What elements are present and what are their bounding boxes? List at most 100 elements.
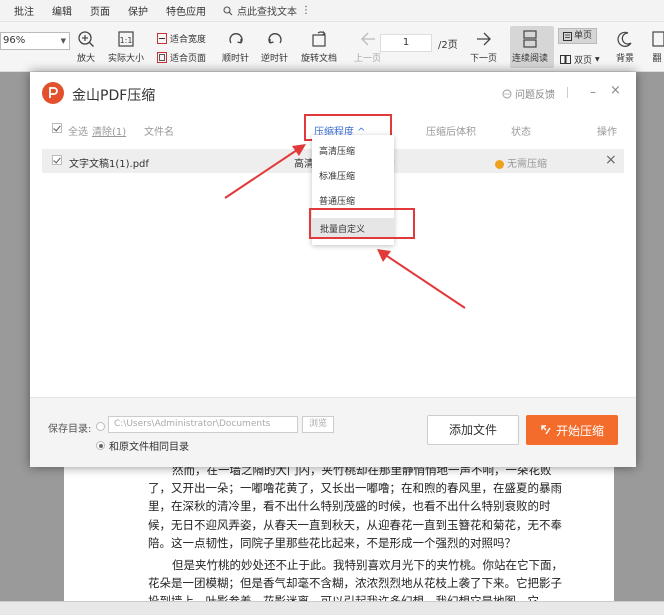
moon-icon [617,31,632,47]
status-bar [0,601,664,615]
prev-page-button[interactable]: 上一页 [354,30,381,64]
zoom-in-icon [78,31,94,47]
clear-link[interactable]: 清除(1) [92,123,126,138]
column-action: 操作 [597,127,617,138]
start-compress-button[interactable]: 开始压缩 [526,415,618,445]
select-all-checkbox[interactable] [52,123,62,134]
pdf-compress-dialog: 金山PDF压缩 问题反馈 – × 全选 清除(1) 文件名 压缩后体积 状态 操… [30,72,636,467]
option-hd-compress[interactable]: 高清压缩 [319,144,355,157]
arrow-right-icon [476,32,491,46]
dialog-header: 金山PDF压缩 问题反馈 – × [30,72,636,114]
column-filename: 文件名 [144,127,174,138]
search-icon [223,5,233,15]
file-checkbox[interactable] [52,155,62,166]
zoom-in-label: 放大 [77,54,96,64]
minimize-button[interactable]: – [590,85,596,99]
option-standard-compress[interactable]: 标准压缩 [319,169,355,182]
menu-annotate[interactable]: 批注 [0,3,43,18]
chevron-down-icon: ▼ [60,37,66,45]
fit-page-icon [157,52,167,63]
background-label: 背景 [616,54,635,64]
toolbar: 96% ▼ 放大 1:1 实际大小 适合宽度 适合页面 顺时针 逆时针 旋转文档… [0,22,664,72]
arrow-left-icon [360,32,375,46]
fit-page-label: 适合页面 [170,54,207,64]
radio-on [96,441,105,450]
continuous-read-label: 连续阅读 [512,54,549,64]
file-status-label: 无需压缩 [507,159,547,170]
double-page-label: 双页 [574,56,593,66]
pdf-logo-icon [49,87,58,98]
single-page-icon [563,31,572,41]
menu-page[interactable]: 页面 [81,3,119,18]
rotate-ccw-button[interactable]: 逆时针 [261,30,288,64]
radio-off [96,421,105,431]
rotate-clockwise-icon [228,33,243,44]
fit-page-button[interactable]: 适合页面 [157,51,206,64]
feedback-link[interactable]: 问题反馈 [502,86,555,101]
fit-width-label: 适合宽度 [170,35,207,45]
zoom-in-button[interactable]: 放大 [77,30,95,64]
rotate-counterclockwise-icon [267,33,282,44]
menu-protect[interactable]: 保护 [119,3,157,18]
custom-dir-radio[interactable] [96,421,105,432]
rotate-cw-label: 顺时针 [222,54,250,64]
background-button[interactable]: 背景 [616,30,634,64]
rotate-document-label: 旋转文档 [301,54,338,64]
continuous-read-content: 连续阅读 [512,30,548,64]
menu-bar: 批注 编辑 页面 保护 特色应用 点此查找文本 ⋮ [0,0,664,22]
close-button[interactable]: × [610,83,621,98]
rotate-document-button[interactable]: 旋转文档 [301,30,337,64]
find-text-search[interactable]: 点此查找文本 ⋮ [223,3,311,18]
file-name: 文字文稿1(1).pdf [69,159,149,170]
column-status: 状态 [511,127,531,138]
translate-icon [652,31,664,47]
rotate-cw-button[interactable]: 顺时针 [222,30,249,64]
single-page-button[interactable]: 单页 [558,28,598,44]
checkbox-checked [52,155,62,165]
find-text-label: 点此查找文本 [237,7,297,18]
save-dir-label: 保存目录: [48,424,92,435]
fit-width-icon [157,33,167,44]
option-normal-compress[interactable]: 普通压缩 [319,194,355,207]
fit-width-button[interactable]: 适合宽度 [157,32,206,45]
more-icon[interactable]: ⋮ [301,5,311,16]
actual-size-icon: 1:1 [118,31,134,47]
rotate-ccw-label: 逆时针 [261,54,289,64]
document-paragraph: 然而，在一墙之隔的大门内，夹竹桃却在那里静悄悄地一声不响，一朵花败了，又开出一朵… [148,463,562,550]
add-file-button[interactable]: 添加文件 [427,415,519,445]
compress-icon [541,425,551,435]
rotate-document-icon [312,31,326,47]
double-page-icon [560,55,571,64]
zoom-value: 96% [3,35,26,46]
actual-size-button[interactable]: 1:1 实际大小 [108,30,144,64]
feedback-label: 问题反馈 [515,90,555,101]
chevron-down-icon: ▼ [595,56,600,63]
file-level: 高清 [294,159,314,170]
browse-button[interactable]: 浏览 [302,416,334,433]
file-status: 无需压缩 [495,155,547,170]
remove-file-button[interactable]: × [605,152,617,168]
translate-label: 翻 [652,54,662,64]
header-divider [567,87,568,98]
svg-text:1:1: 1:1 [120,36,133,45]
single-page-label: 单页 [574,31,593,41]
prev-page-label: 上一页 [354,54,382,64]
wps-pdf-logo [42,82,64,104]
start-compress-label: 开始压缩 [555,423,604,438]
page-total: /2页 [438,40,458,51]
checkbox-checked [52,123,62,133]
save-path-input[interactable]: C:\Users\Administrator\Documents [108,416,298,433]
translate-button[interactable]: 翻 [650,30,664,64]
info-dot-icon [495,159,504,169]
next-page-button[interactable]: 下一页 [470,30,497,64]
menu-edit[interactable]: 编辑 [43,3,81,18]
next-page-label: 下一页 [470,54,498,64]
menu-special[interactable]: 特色应用 [157,3,215,18]
zoom-select[interactable]: 96% ▼ [0,32,70,50]
page-number-input[interactable]: 1 [380,34,432,52]
dialog-footer: 保存目录: C:\Users\Administrator\Documents 浏… [30,397,636,467]
continuous-read-icon [523,30,537,48]
double-page-button[interactable]: 双页 ▼ [560,53,600,66]
select-all-label: 全选 [68,127,88,138]
same-dir-radio[interactable]: 和原文件相同目录 [96,438,189,453]
